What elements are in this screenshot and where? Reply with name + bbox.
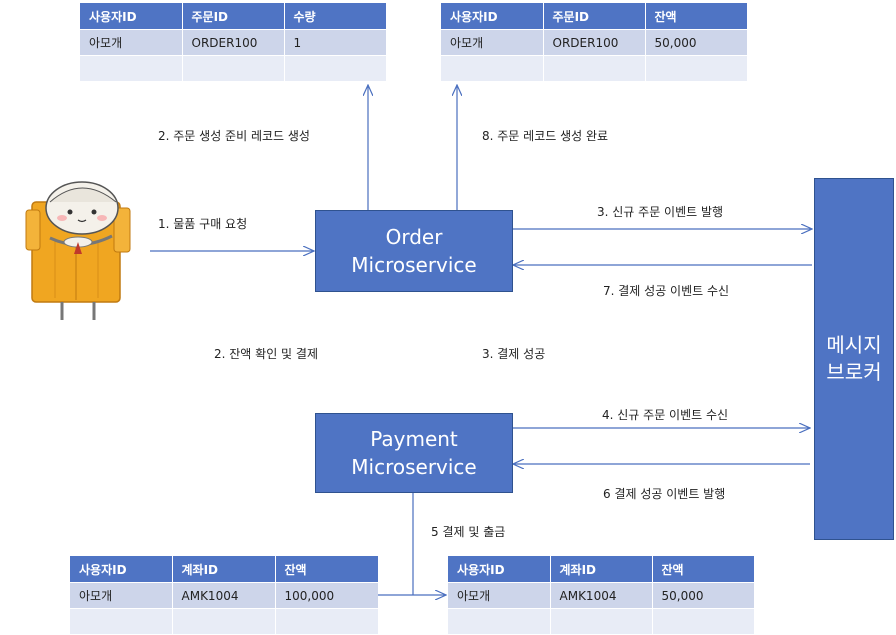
- node-title: 메시지: [826, 333, 882, 357]
- node-subtitle: Microservice: [351, 455, 477, 479]
- node-subtitle: 브로커: [826, 360, 882, 384]
- label-check-balance-pay: 2. 잔액 확인 및 결제: [214, 347, 318, 361]
- node-title: Order: [385, 225, 443, 249]
- label-purchase-request: 1. 물품 구매 요청: [158, 217, 248, 231]
- label-publish-new-order: 3. 신규 주문 이벤트 발행: [597, 205, 724, 219]
- label-order-record-complete: 8. 주문 레코드 생성 완료: [482, 129, 609, 143]
- label-publish-payment-success: 6 결제 성공 이벤트 발행: [603, 487, 726, 501]
- user-character-icon: [25, 181, 131, 320]
- message-broker-node: 메시지 브로커: [814, 178, 894, 540]
- label-payment-success: 3. 결제 성공: [482, 347, 546, 361]
- node-subtitle: Microservice: [351, 253, 477, 277]
- label-create-order-record: 2. 주문 생성 준비 레코드 생성: [158, 129, 310, 143]
- order-microservice-node: Order Microservice: [315, 210, 513, 292]
- label-pay-and-withdraw: 5 결제 및 출금: [431, 525, 506, 539]
- label-receive-new-order: 4. 신규 주문 이벤트 수신: [602, 408, 729, 422]
- label-receive-payment-success: 7. 결제 성공 이벤트 수신: [603, 284, 730, 298]
- payment-microservice-node: Payment Microservice: [315, 413, 513, 493]
- node-title: Payment: [370, 427, 458, 451]
